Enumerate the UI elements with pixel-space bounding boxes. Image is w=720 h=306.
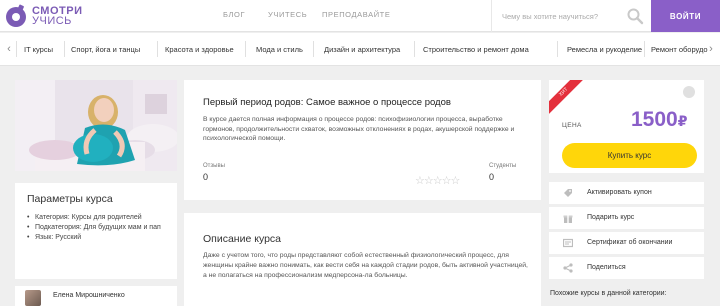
category-item[interactable]: IT курсы xyxy=(24,45,53,54)
share-action[interactable]: Поделиться xyxy=(549,257,704,279)
action-label[interactable]: Подарить курс xyxy=(587,214,634,221)
divider xyxy=(245,41,246,57)
nav-learn[interactable]: УЧИТЕСЬ xyxy=(268,10,307,19)
param-subcategory: Подкатегория: Для будущих мам и пап xyxy=(27,223,172,233)
price-card: ХИТ ЦЕНА 1500₽ Купить курс xyxy=(549,80,704,173)
avatar[interactable] xyxy=(25,290,41,306)
gift-icon xyxy=(563,215,573,223)
category-item[interactable]: Спорт, йога и танцы xyxy=(71,45,140,54)
currency-sign: ₽ xyxy=(677,113,688,129)
price-value: 1500₽ xyxy=(631,108,687,132)
params-list: Категория: Курсы для родителей Подкатего… xyxy=(27,213,172,243)
course-summary: В курсе дается полная информация о проце… xyxy=(203,116,515,142)
divider xyxy=(557,41,558,57)
description-body: Даже с учетом того, что роды представляю… xyxy=(203,252,528,279)
certificate-action[interactable]: Сертификат об окончании xyxy=(549,232,704,254)
action-label[interactable]: Активировать купон xyxy=(587,189,652,196)
action-label[interactable]: Поделиться xyxy=(587,264,626,271)
category-bar: ‹ IT курсы Спорт, йога и танцы Красота и… xyxy=(0,33,720,66)
divider xyxy=(157,41,158,57)
login-button[interactable]: ВОЙТИ xyxy=(651,0,720,32)
category-item[interactable]: Красота и здоровье xyxy=(165,45,234,54)
category-item[interactable]: Ремесла и рукоделие xyxy=(567,45,642,54)
badge-icon xyxy=(683,86,695,98)
price-amount: 1500 xyxy=(631,108,678,131)
rating-stars: ☆☆☆☆☆ xyxy=(415,171,461,189)
chevron-left-icon[interactable]: ‹ xyxy=(4,43,14,55)
star-icon: ☆ xyxy=(450,175,461,187)
course-info-card: Первый период родов: Самое важное о проц… xyxy=(184,80,541,200)
certificate-icon xyxy=(563,238,573,248)
divider xyxy=(644,41,645,57)
students-label: Студенты xyxy=(489,163,517,169)
chevron-right-icon[interactable]: › xyxy=(706,43,716,55)
site-header: СМОТРИ УЧИСЬ БЛОГ УЧИТЕСЬ ПРЕПОДАВАЙТЕ В… xyxy=(0,0,720,32)
logo-line2: УЧИСЬ xyxy=(32,15,72,27)
search-box xyxy=(491,0,651,32)
course-params: Параметры курса Категория: Курсы для род… xyxy=(15,183,177,279)
params-title: Параметры курса xyxy=(27,193,113,205)
site-logo[interactable]: СМОТРИ УЧИСЬ xyxy=(6,2,82,30)
similar-courses-title: Похожие курсы в данной категории: xyxy=(550,290,667,297)
author-name[interactable]: Елена Мирошниченко xyxy=(53,292,125,299)
divider xyxy=(313,41,314,57)
course-description-card: Описание курса Даже с учетом того, что р… xyxy=(184,213,541,306)
reviews-count: 0 xyxy=(203,172,209,182)
author-card[interactable]: Елена Мирошниченко xyxy=(15,286,177,306)
divider xyxy=(64,41,65,57)
gift-course-action[interactable]: Подарить курс xyxy=(549,207,704,229)
category-item[interactable]: Строительство и ремонт дома xyxy=(423,45,529,54)
category-item[interactable]: Мода и стиль xyxy=(256,45,303,54)
divider xyxy=(414,41,415,57)
reviews-label: Отзывы xyxy=(203,163,225,169)
action-label[interactable]: Сертификат об окончании xyxy=(587,239,672,246)
search-icon[interactable] xyxy=(626,7,644,25)
search-input[interactable] xyxy=(502,9,622,23)
course-cover-image xyxy=(15,80,177,171)
activate-coupon-action[interactable]: Активировать купон xyxy=(549,182,704,204)
tag-icon xyxy=(564,189,572,197)
share-icon xyxy=(563,263,573,273)
description-title: Описание курса xyxy=(203,233,282,245)
param-language: Язык: Русский xyxy=(27,233,172,243)
nav-blog[interactable]: БЛОГ xyxy=(223,10,245,19)
hit-ribbon: ХИТ xyxy=(549,80,587,115)
category-item[interactable]: Дизайн и архитектура xyxy=(324,45,400,54)
param-category: Категория: Курсы для родителей xyxy=(27,213,172,223)
course-title: Первый период родов: Самое важное о проц… xyxy=(203,97,451,108)
price-label: ЦЕНА xyxy=(562,122,582,129)
logo-icon xyxy=(6,4,28,27)
divider xyxy=(16,41,17,57)
students-count: 0 xyxy=(489,172,495,182)
buy-course-button[interactable]: Купить курс xyxy=(562,143,697,168)
nav-teach[interactable]: ПРЕПОДАВАЙТЕ xyxy=(322,10,390,19)
category-item[interactable]: Ремонт оборудо xyxy=(651,45,708,54)
